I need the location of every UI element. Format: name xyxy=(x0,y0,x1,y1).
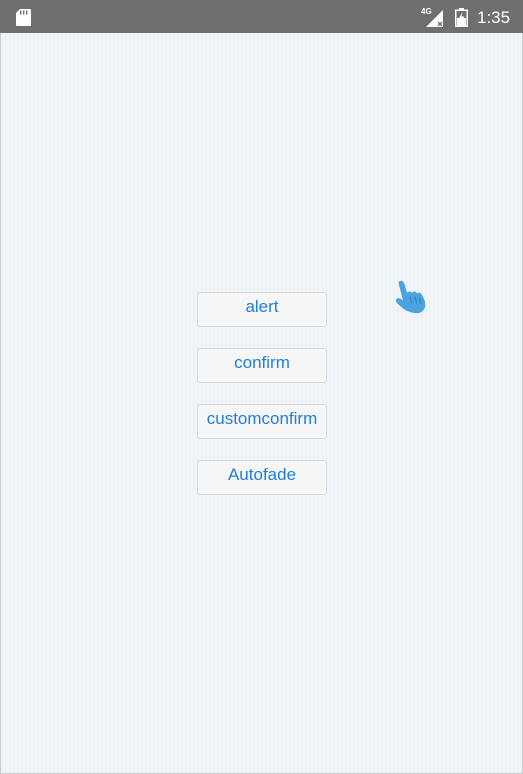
confirm-button[interactable]: confirm xyxy=(197,348,327,383)
battery-charging-icon xyxy=(455,8,468,27)
alert-button[interactable]: alert xyxy=(197,292,327,327)
signal-icon xyxy=(426,10,443,27)
status-bar: 4G 1:35 xyxy=(0,0,523,33)
status-time: 1:35 xyxy=(477,8,511,27)
sd-card-icon xyxy=(16,9,31,26)
app-screen xyxy=(0,0,523,774)
customconfirm-button[interactable]: customconfirm xyxy=(197,404,327,439)
hand-pointer-icon xyxy=(395,280,426,314)
autofade-button[interactable]: Autofade xyxy=(197,460,327,495)
